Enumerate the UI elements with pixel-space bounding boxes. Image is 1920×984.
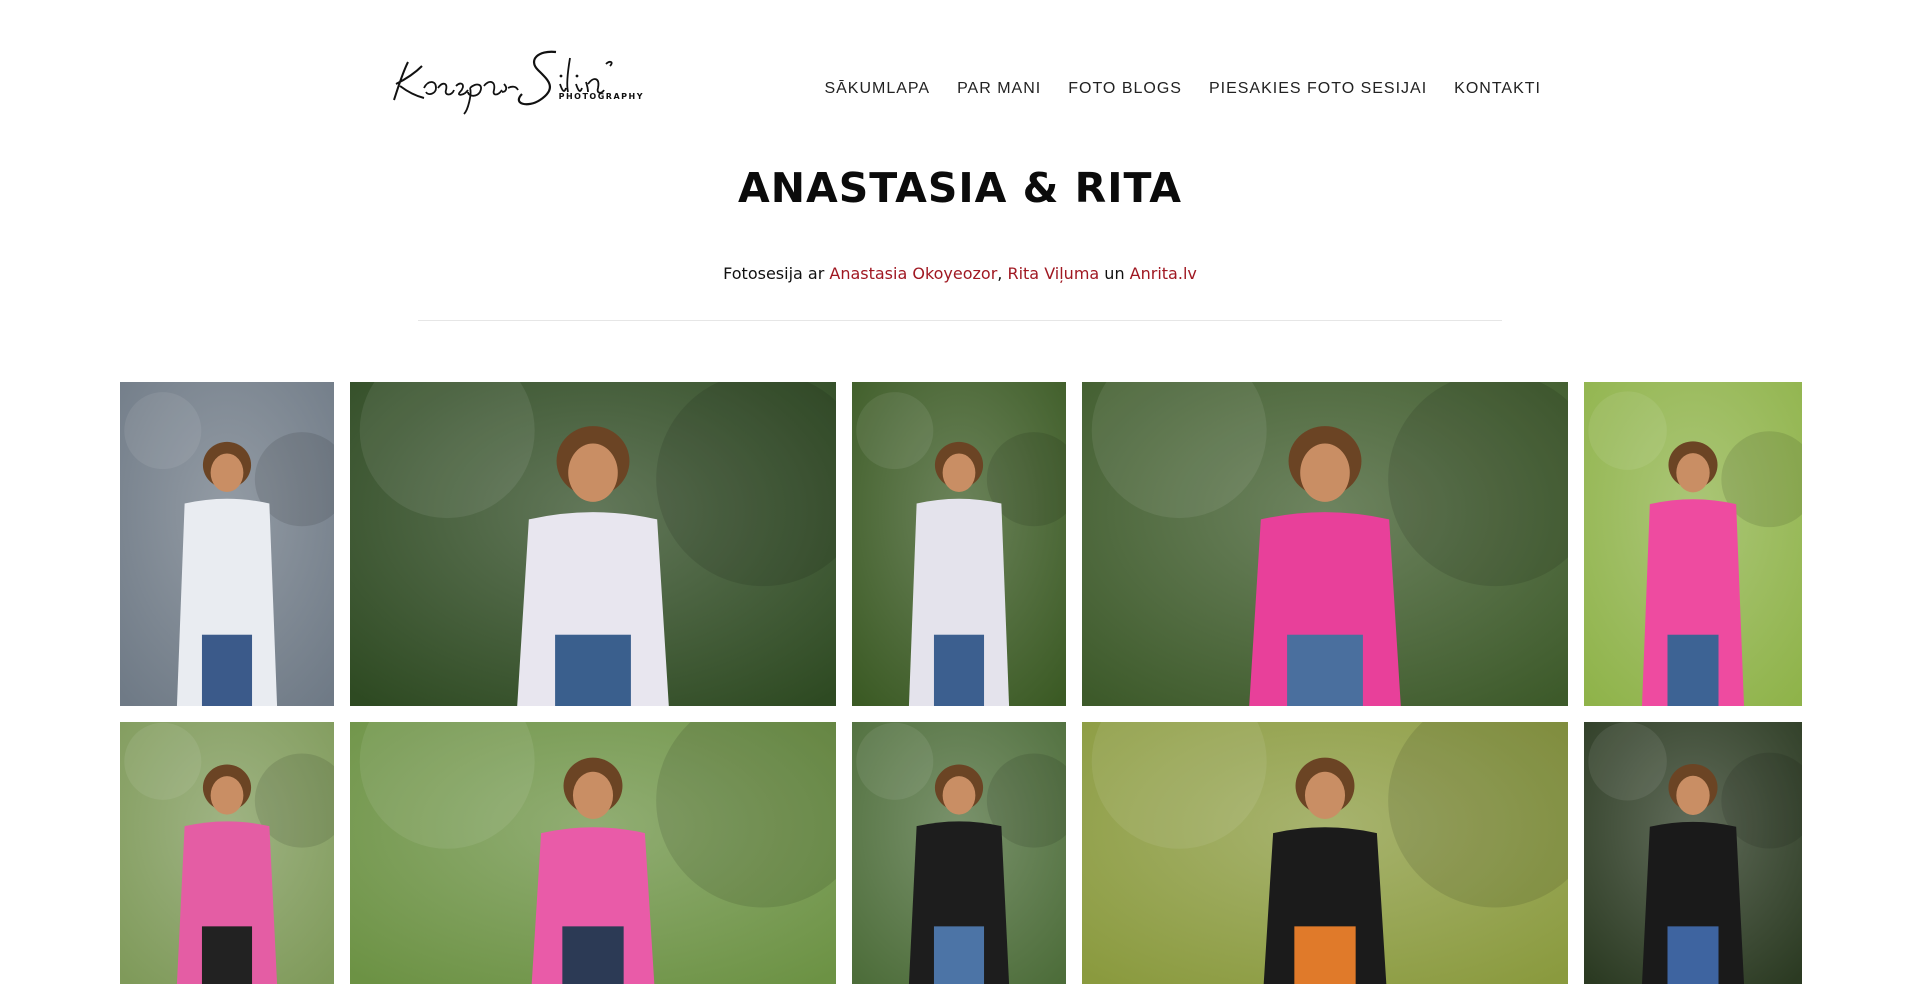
photo-image xyxy=(852,722,1066,984)
link-anrita[interactable]: Anrita.lv xyxy=(1130,264,1197,283)
photo-black-top-closeup[interactable] xyxy=(1082,722,1568,984)
nav-item-sakumlapa[interactable]: SĀKUMLAPA xyxy=(824,80,930,98)
photo-image xyxy=(1584,722,1802,984)
photo-pink-scarf-back[interactable] xyxy=(350,722,836,984)
nav-item-par-mani[interactable]: PAR MANI xyxy=(957,80,1041,98)
photo-pink-top-sunny[interactable] xyxy=(1584,382,1802,706)
photo-black-top-sitting[interactable] xyxy=(852,722,1066,984)
page-title: ANASTASIA & RITA xyxy=(738,164,1182,212)
photo-black-top-park[interactable] xyxy=(1584,722,1802,984)
post-intro: Fotosesija ar Anastasia Okoyeozor, Rita … xyxy=(0,264,1920,283)
logo-tagline: PHOTOGRAPHY xyxy=(558,92,644,101)
photo-white-poncho-dark-green[interactable] xyxy=(350,382,836,706)
logo-signature-icon xyxy=(393,50,613,115)
photo-image xyxy=(120,382,334,706)
photo-white-poncho-stone-wall[interactable] xyxy=(120,382,334,706)
intro-separator: un xyxy=(1099,264,1130,283)
photo-pink-scarf-lake[interactable] xyxy=(120,722,334,984)
divider xyxy=(418,320,1502,321)
nav-item-foto-blogs[interactable]: FOTO BLOGS xyxy=(1068,80,1182,98)
page: PHOTOGRAPHY SĀKUMLAPA PAR MANI FOTO BLOG… xyxy=(0,0,1920,984)
photo-image xyxy=(350,722,836,984)
photo-image xyxy=(1584,382,1802,706)
nav-item-kontakti[interactable]: KONTAKTI xyxy=(1454,80,1541,98)
link-rita[interactable]: Rita Viļuma xyxy=(1007,264,1099,283)
intro-separator: , xyxy=(997,264,1008,283)
main-nav: SĀKUMLAPA PAR MANI FOTO BLOGS PIESAKIES … xyxy=(824,80,1541,98)
photo-image xyxy=(1082,722,1568,984)
photo-image xyxy=(120,722,334,984)
nav-item-piesakies-foto-sesijai[interactable]: PIESAKIES FOTO SESIJAI xyxy=(1209,80,1427,98)
link-anastasia[interactable]: Anastasia Okoyeozor xyxy=(829,264,997,283)
photo-image xyxy=(1082,382,1568,706)
photo-image xyxy=(350,382,836,706)
photo-pink-top-log-bench[interactable] xyxy=(1082,382,1568,706)
photo-image xyxy=(852,382,1066,706)
photo-white-poncho-side[interactable] xyxy=(852,382,1066,706)
intro-prefix: Fotosesija ar xyxy=(723,264,830,283)
site-logo[interactable]: PHOTOGRAPHY xyxy=(388,44,650,118)
